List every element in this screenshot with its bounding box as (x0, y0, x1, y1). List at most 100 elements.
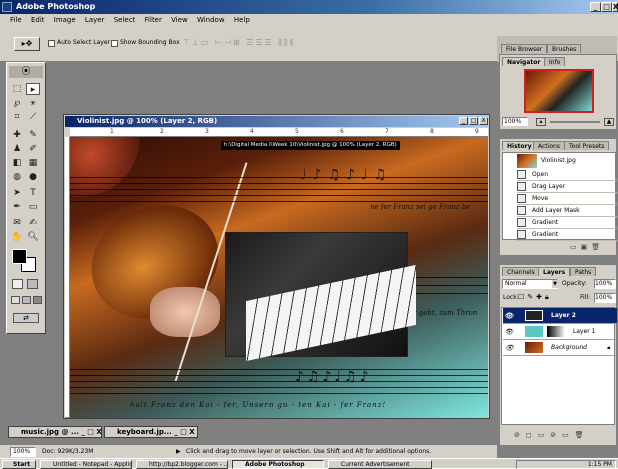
crop-tool-icon[interactable]: ⌗ (10, 111, 24, 123)
history-step-icon (517, 206, 526, 215)
screen-mode-standard-icon[interactable] (11, 296, 20, 304)
navigator-thumbnail[interactable] (524, 69, 594, 113)
eye-icon[interactable]: 👁︎ (505, 308, 514, 324)
eye-icon[interactable]: 👁︎ (505, 340, 514, 356)
slice-tool-icon[interactable]: ⟋ (26, 111, 40, 123)
history-brush-icon[interactable]: ✐ (26, 143, 40, 155)
screen-mode-full-menu-icon[interactable] (22, 296, 31, 304)
standard-mode-icon[interactable] (12, 279, 23, 289)
menu-edit[interactable]: Edit (31, 16, 45, 24)
snapshot-label[interactable]: Violinist.jpg (541, 157, 576, 164)
tab-info[interactable]: Info (544, 57, 566, 66)
eraser-tool-icon[interactable]: ◧ (10, 157, 24, 169)
close-button[interactable]: X (612, 2, 618, 12)
jump-to-imageready-icon[interactable]: ⇄ (13, 313, 39, 323)
tab-layers[interactable]: Layers (538, 267, 571, 276)
align-buttons-icon[interactable]: ⊤⊥▭ ⊢⊣⊞ ☰☰☰ ⫼⫼⫼ (183, 38, 333, 48)
tab-history[interactable]: History (502, 141, 537, 150)
layers-list: 👁︎ Layer 2 👁︎ Layer 1 👁︎ Background 🔒︎ (501, 307, 617, 425)
history-actions-icon[interactable]: ▭▣🗑︎ (570, 243, 604, 251)
staff-line (70, 201, 488, 202)
clock[interactable]: 1:15 PM (588, 461, 612, 468)
status-zoom[interactable]: 100% (10, 447, 36, 457)
gradient-tool-icon[interactable]: ▦ (26, 157, 40, 169)
path-select-icon[interactable]: ➤ (10, 187, 24, 199)
history-item[interactable]: Drag Layer (517, 181, 617, 193)
minimized-keyboard-window[interactable]: keyboard.jp... _ □ X (104, 426, 198, 438)
move-tool-preset-icon[interactable]: ▸✥ (14, 37, 40, 51)
tab-paths[interactable]: Paths (570, 267, 597, 276)
chevron-down-icon[interactable]: ▼ (552, 280, 558, 288)
shape-tool-icon[interactable]: ▭ (26, 201, 40, 213)
piano-keys (246, 264, 416, 362)
layer-row[interactable]: 👁︎ Layer 1 (503, 324, 617, 340)
move-tool-icon[interactable]: ▸ (26, 83, 40, 95)
brush-tool-icon[interactable]: ✎ (26, 129, 40, 141)
history-item[interactable]: Add Layer Mask (517, 205, 617, 217)
clone-stamp-icon[interactable]: ♟ (10, 143, 24, 155)
menu-select[interactable]: Select (114, 16, 136, 24)
menu-file[interactable]: File (10, 16, 22, 24)
dodge-tool-icon[interactable]: ● (26, 171, 40, 183)
menu-layer[interactable]: Layer (85, 16, 105, 24)
minimized-music-window[interactable]: music.jpg @ ... _ □ X (8, 426, 102, 438)
opacity-input[interactable]: 100% (594, 279, 616, 289)
menu-image[interactable]: Image (54, 16, 76, 24)
tab-tool-presets[interactable]: Tool Presets (564, 141, 610, 150)
zoom-slider[interactable] (550, 121, 600, 123)
tab-navigator[interactable]: Navigator (502, 57, 546, 66)
tab-actions[interactable]: Actions (533, 141, 565, 150)
minimized-controls[interactable]: _ □ X (174, 428, 194, 436)
lasso-tool-icon[interactable]: ℘ (10, 97, 24, 109)
history-item[interactable]: Gradient (517, 229, 617, 241)
doc-minimize-button[interactable]: _ (459, 117, 468, 125)
hand-tool-icon[interactable]: ✋ (10, 231, 24, 243)
ruler-tick: 2 (160, 128, 164, 135)
healing-brush-icon[interactable]: ✚ (10, 129, 24, 141)
maximize-button[interactable]: □ (601, 2, 612, 12)
type-tool-icon[interactable]: T (26, 187, 40, 199)
doc-close-button[interactable]: X (479, 117, 488, 125)
image-canvas[interactable]: ne fer Franz sei ge Franz be Er geht, zu… (70, 137, 488, 418)
layer-row[interactable]: 👁︎ Layer 2 (503, 308, 617, 324)
layer-actions-icon[interactable]: ⊘◻▭⊘▭🗑︎ (514, 431, 590, 439)
app-title-bar: Adobe Photoshop _ □ X (0, 0, 618, 14)
auto-select-checkbox[interactable] (48, 40, 55, 47)
layer-row[interactable]: 👁︎ Background 🔒︎ (503, 340, 617, 356)
menu-filter[interactable]: Filter (145, 16, 162, 24)
doc-maximize-button[interactable]: □ (469, 117, 478, 125)
marquee-tool-icon[interactable]: ⬚ (10, 83, 24, 95)
music-notes: ♪♫♪♩♫♪ (295, 369, 372, 385)
status-doc-size[interactable]: Doc: 929K/3.23M (42, 445, 93, 458)
menu-window[interactable]: Window (197, 16, 225, 24)
eyedropper-icon[interactable]: ✍ (26, 217, 40, 229)
history-item[interactable]: Open (517, 169, 617, 181)
zoom-out-icon[interactable]: ▴ (536, 118, 546, 126)
eye-icon[interactable]: 👁︎ (505, 324, 514, 340)
blur-tool-icon[interactable]: ◍ (10, 171, 24, 183)
fill-input[interactable]: 100% (594, 293, 616, 303)
tab-channels[interactable]: Channels (502, 267, 540, 276)
magic-wand-icon[interactable]: ⚹ (26, 97, 40, 109)
adobe-online-icon[interactable]: ⦿ (9, 66, 43, 78)
zoom-in-icon[interactable]: ▲ (604, 118, 614, 126)
screen-mode-full-icon[interactable] (33, 296, 42, 304)
menu-help[interactable]: Help (234, 16, 250, 24)
menu-view[interactable]: View (171, 16, 188, 24)
navigator-zoom-field[interactable]: 100% (502, 117, 528, 126)
quickmask-mode-icon[interactable] (27, 279, 38, 289)
blend-mode-select[interactable]: Normal (502, 279, 558, 289)
pen-tool-icon[interactable]: ✒ (10, 201, 24, 213)
bounding-box-checkbox[interactable] (111, 40, 118, 47)
minimized-controls[interactable]: _ □ X (81, 428, 101, 436)
tab-brushes[interactable]: Brushes (547, 44, 582, 53)
tab-file-browser[interactable]: File Browser (501, 44, 548, 53)
minimize-button[interactable]: _ (590, 2, 601, 12)
notes-tool-icon[interactable]: ✉ (10, 217, 24, 229)
lock-options-icon[interactable]: ☐✎✚🔒︎ (518, 293, 552, 302)
history-item[interactable]: Gradient (517, 217, 617, 229)
ruler-tick: 9 (475, 128, 479, 135)
zoom-tool-icon[interactable]: 🔍︎ (26, 231, 40, 243)
ruler-tick: 5 (295, 128, 299, 135)
history-item[interactable]: Move (517, 193, 617, 205)
